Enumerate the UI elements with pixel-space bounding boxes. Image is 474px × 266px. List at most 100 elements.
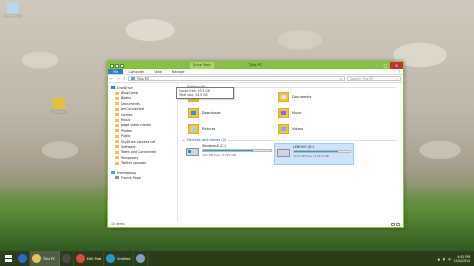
taskbar-item[interactable]: [60, 251, 74, 266]
sidebar-item-label: Photos: [121, 128, 133, 133]
sidebar-item[interactable]: Franck Pope: [111, 175, 177, 180]
folder-icon: [115, 145, 119, 149]
sidebar-item-label: BlogComb: [121, 91, 138, 96]
drive-info: LENOVO (D:) 19.5 GB free of 24.9 GB: [293, 145, 351, 163]
drive-item[interactable]: LENOVO (D:) 19.5 GB free of 24.9 GB: [274, 143, 354, 165]
clock-date: 10/4/2014: [453, 258, 470, 263]
window-body: OneDrive BlogComb Books Documents emConnecte…: [108, 83, 403, 222]
clock[interactable]: 4:42 PM 10/4/2014: [454, 255, 470, 263]
forward-arrow-icon[interactable]: →: [116, 76, 120, 81]
folder-icon: [115, 113, 119, 117]
refresh-icon[interactable]: ↻: [339, 77, 344, 81]
taskbar-item[interactable]: Untitled - Paint: [104, 251, 134, 266]
taskbar-item[interactable]: [134, 251, 148, 266]
drive-info: Windows8 (C:) 161 GB free of 220 GB: [202, 144, 272, 164]
network-icon[interactable]: ▮: [443, 257, 445, 261]
folder-icon: [115, 176, 119, 180]
folder-icon: [115, 123, 119, 127]
folder-icon: [115, 161, 119, 165]
search-icon: ⌕: [396, 76, 398, 81]
up-arrow-icon[interactable]: ↑: [122, 76, 126, 81]
drive-tooltip: Space free: 19.5 GB Total size: 24.9 GB: [176, 87, 234, 99]
folder-label: Pictures: [202, 127, 216, 131]
tooltip-total-size: Total size: 24.9 GB: [179, 93, 208, 97]
folder-item[interactable]: Downloads: [188, 106, 278, 120]
taskbar-item[interactable]: [16, 251, 30, 266]
folder-glyph-icon: [281, 127, 286, 131]
desktop-icon-directory[interactable]: Directory: [47, 98, 71, 114]
folder-icon: [115, 96, 119, 100]
folder-glyph-icon: [281, 95, 286, 99]
tab-computer[interactable]: Computer: [123, 69, 149, 74]
taskbar-item-label: Edit Post ‹ Blog: [87, 256, 101, 261]
taskbar: This PCEdit Post ‹ BlogUntitled - Paint …: [0, 251, 474, 266]
drive-name: LENOVO (D:): [293, 145, 314, 149]
sidebar-item-label: OneDrive: [117, 85, 133, 90]
taskbar-item-label: Untitled - Paint: [117, 256, 131, 261]
drive-free-space: 19.5 GB free of 24.9 GB: [293, 154, 329, 158]
folder-icon: [115, 107, 119, 111]
app-icon: [136, 254, 145, 263]
folder-glyph-icon: [191, 127, 196, 131]
desktop-icon-label: Recycle Bin: [3, 14, 23, 18]
help-icon[interactable]: ?: [398, 69, 400, 75]
sidebar-item-label: Public: [121, 134, 131, 139]
sidebar-item-label: page video media: [121, 123, 151, 128]
drive-name: Windows8 (C:): [202, 144, 226, 148]
status-bar: 10 items: [108, 222, 403, 227]
volume-icon[interactable]: ◂): [448, 257, 451, 261]
close-button[interactable]: ✕: [390, 62, 403, 69]
address-row: ← → ↑ This PC ↻ Search This PC ⌕: [108, 75, 403, 83]
folder-label: Downloads: [202, 111, 221, 115]
system-tray: ▲ ▮ ◂) 4:42 PM 10/4/2014: [438, 255, 474, 263]
ribbon-tabs: File Computer View Manage ?: [108, 69, 403, 75]
app-icon: [76, 254, 85, 263]
tray-arrow-icon[interactable]: ▲: [438, 257, 440, 261]
sidebar-item-label: Homegroup: [117, 170, 137, 175]
folder-item[interactable]: Pictures: [188, 122, 278, 136]
drive-usage-bar: [202, 149, 272, 152]
taskbar-items: This PC Edit Post ‹ Blog Untitled - Paint: [16, 251, 148, 266]
folder-icon: [188, 124, 199, 134]
section-divider: [207, 86, 397, 88]
app-icon: [18, 254, 27, 263]
folder-icon: [115, 140, 119, 144]
folder-label: Videos: [292, 127, 304, 131]
minimize-button[interactable]: –: [372, 62, 381, 69]
search-input[interactable]: Search This PC ⌕: [347, 76, 401, 81]
folder-item[interactable]: Videos: [278, 122, 368, 136]
address-bar[interactable]: This PC ↻: [128, 76, 345, 81]
sidebar-item-label: Documents: [121, 101, 140, 106]
taskbar-item[interactable]: This PC: [30, 251, 60, 266]
sidebar-item-label: Books: [121, 96, 131, 101]
drive-item[interactable]: Windows8 (C:) 161 GB free of 220 GB: [184, 143, 274, 165]
tab-view[interactable]: View: [149, 69, 167, 74]
sidebar-item-label: Games: [121, 112, 133, 117]
window-title: This PC: [248, 63, 263, 67]
window-controls: – □ ✕: [372, 62, 403, 69]
folder-item[interactable]: Documents: [278, 90, 368, 104]
section-divider: [228, 139, 397, 141]
folder-item[interactable]: Music: [278, 106, 368, 120]
details-view-icon[interactable]: [391, 223, 395, 226]
maximize-button[interactable]: □: [381, 62, 390, 69]
sidebar-item-label: Music: [121, 118, 131, 123]
desktop-icon-recycle-bin[interactable]: Recycle Bin: [1, 2, 25, 18]
hard-drive-icon: [186, 148, 199, 156]
tiles-view-icon[interactable]: [396, 223, 400, 226]
sidebar-item-label: Software: [121, 144, 136, 149]
folder-icon: [278, 124, 289, 134]
recycle-bin-icon: [7, 2, 19, 13]
title-bar[interactable]: Drive Tools This PC – □ ✕: [108, 62, 403, 69]
navigation-pane[interactable]: OneDrive BlogComb Books Documents emConnecte…: [108, 83, 178, 222]
start-button[interactable]: [0, 251, 16, 266]
back-arrow-icon[interactable]: ←: [110, 76, 114, 81]
folder-icon: [115, 118, 119, 122]
folder-icon: [111, 171, 115, 175]
tab-file[interactable]: File: [108, 69, 124, 74]
folder-icon: [115, 102, 119, 106]
drive-usage-bar: [293, 150, 351, 153]
sidebar-item-label: Twitter uploads: [121, 161, 147, 166]
taskbar-item[interactable]: Edit Post ‹ Blog: [74, 251, 104, 266]
tab-manage[interactable]: Manage: [167, 69, 190, 74]
